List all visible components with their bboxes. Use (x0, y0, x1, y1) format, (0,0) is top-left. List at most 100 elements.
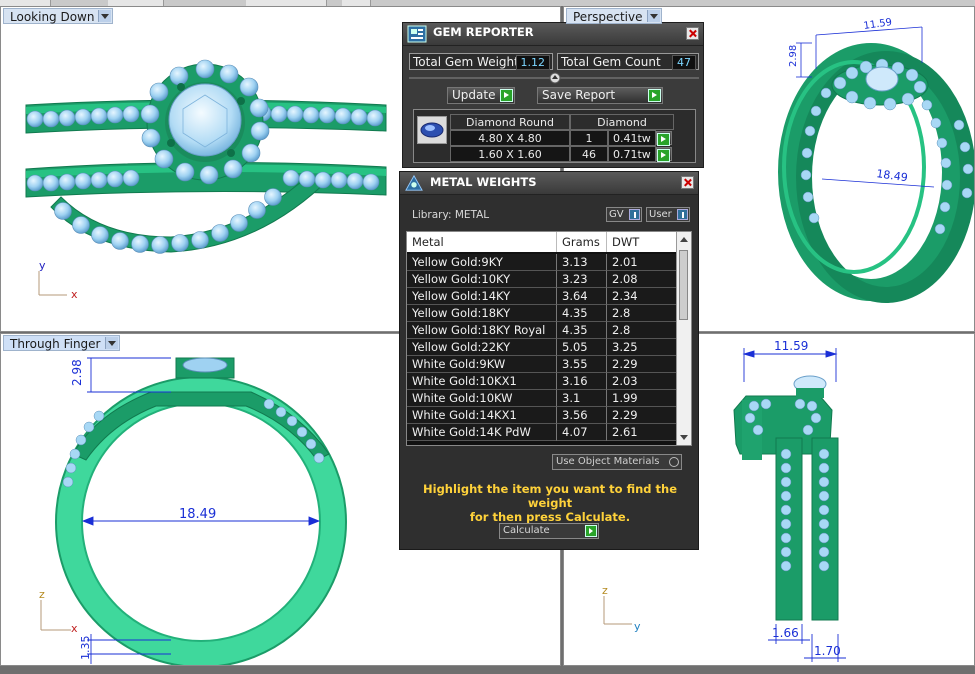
user-checkbox[interactable]: User (646, 207, 690, 222)
table-row[interactable]: Yellow Gold:22KY 5.05 3.25 (407, 339, 677, 356)
scale-icon (405, 174, 423, 191)
gem-row-count[interactable]: 46 (570, 146, 608, 162)
gem-row-weight[interactable]: 0.71tw (608, 146, 656, 162)
dim-width-top: 11.59 (774, 339, 808, 353)
play-icon (500, 89, 513, 102)
table-row[interactable]: White Gold:9KW 3.55 2.29 (407, 356, 677, 373)
viewport-title[interactable]: Through Finger (3, 335, 120, 351)
metal-table: Metal Grams DWT Yellow Gold:9KY 3.13 2.01 … (406, 231, 692, 446)
dwt-cell: 2.61 (607, 424, 677, 441)
axis-z-label: z (39, 588, 45, 601)
metal-cell: Yellow Gold:18KY Royal (407, 322, 557, 339)
col-dwt[interactable]: DWT (607, 232, 677, 252)
metal-table-header: Metal Grams DWT (407, 232, 677, 252)
calculate-button-label: Calculate (503, 525, 550, 536)
dwt-cell: 1.99 (607, 390, 677, 407)
chevron-down-icon[interactable] (104, 337, 118, 349)
scroll-up-icon[interactable] (680, 237, 688, 242)
use-object-materials-toggle[interactable]: Use Object Materials (552, 454, 682, 470)
metal-weights-title: METAL WEIGHTS (430, 175, 537, 189)
metal-cell: Yellow Gold:18KY (407, 305, 557, 322)
table-row[interactable]: Yellow Gold:14KY 3.64 2.34 (407, 288, 677, 305)
gem-reporter-title: GEM REPORTER (433, 25, 534, 39)
metal-cell: Yellow Gold:22KY (407, 339, 557, 356)
update-button[interactable]: Update (447, 87, 515, 104)
gem-row-size[interactable]: 1.60 X 1.60 (450, 146, 570, 162)
gem-row-weight[interactable]: 0.41tw (608, 130, 656, 146)
axis-x-label: x (71, 622, 78, 635)
axis-z-label: z (602, 584, 608, 597)
table-row[interactable]: Yellow Gold:18KY Royal 4.35 2.8 (407, 322, 677, 339)
grams-cell: 4.35 (557, 305, 607, 322)
table-row[interactable]: White Gold:14KX1 3.56 2.29 (407, 407, 677, 424)
dwt-cell: 2.29 (607, 356, 677, 373)
metal-cell: White Gold:10KX1 (407, 373, 557, 390)
dim-inner-diameter: 18.49 (179, 507, 216, 522)
table-row[interactable]: White Gold:14K PdW 4.07 2.61 (407, 424, 677, 441)
gem-reporter-titlebar[interactable]: GEM REPORTER (403, 23, 703, 46)
viewport-title[interactable]: Perspective (566, 8, 662, 24)
gem-row-go-button[interactable] (656, 131, 672, 146)
gv-checkbox[interactable]: GV (606, 207, 642, 222)
grams-cell: 5.05 (557, 339, 607, 356)
dim-band-right: 1.70 (814, 644, 841, 658)
gem-row-size[interactable]: 4.80 X 4.80 (450, 130, 570, 146)
metal-weights-titlebar[interactable]: METAL WEIGHTS (400, 172, 698, 195)
checkbox-icon (677, 209, 688, 220)
play-icon (657, 149, 670, 162)
calculate-hint: Highlight the item you want to find the … (410, 482, 690, 524)
update-button-label: Update (452, 88, 496, 102)
viewport-title[interactable]: Looking Down (3, 8, 114, 24)
chevron-down-icon[interactable] (98, 10, 112, 22)
grams-cell: 4.07 (557, 424, 607, 441)
gem-reporter-panel: GEM REPORTER Total Gem Weight 1.12 Total… (402, 22, 704, 168)
gem-table: Diamond Round Diamond 4.80 X 4.80 1 0.41… (413, 109, 696, 163)
grams-cell: 3.55 (557, 356, 607, 373)
close-icon[interactable] (686, 27, 699, 40)
checkbox-icon (629, 209, 640, 220)
calculate-button[interactable]: Calculate (499, 523, 599, 539)
scrollbar-thumb[interactable] (679, 250, 688, 320)
dwt-cell: 2.8 (607, 322, 677, 339)
close-icon[interactable] (681, 176, 694, 189)
play-icon (585, 525, 597, 537)
dwt-cell: 2.34 (607, 288, 677, 305)
table-row[interactable]: White Gold:10KX1 3.16 2.03 (407, 373, 677, 390)
table-row[interactable]: White Gold:10KW 3.1 1.99 (407, 390, 677, 407)
play-icon (657, 133, 670, 146)
use-object-materials-label: Use Object Materials (556, 456, 660, 467)
axis-x-label: x (71, 288, 78, 301)
metal-weights-panel: METAL WEIGHTS Library: METAL GV User Met… (399, 171, 699, 550)
dwt-cell: 2.03 (607, 373, 677, 390)
gem-row-count[interactable]: 1 (570, 130, 608, 146)
dwt-cell: 2.08 (607, 271, 677, 288)
scroll-down-icon[interactable] (680, 435, 688, 440)
save-report-button[interactable]: Save Report (537, 87, 663, 104)
col-metal[interactable]: Metal (407, 232, 557, 252)
report-icon (407, 25, 427, 43)
panel-splitter[interactable] (409, 72, 699, 84)
grams-cell: 3.1 (557, 390, 607, 407)
axis-y-label: y (39, 259, 46, 272)
metal-cell: White Gold:14KX1 (407, 407, 557, 424)
table-row[interactable]: Yellow Gold:18KY 4.35 2.8 (407, 305, 677, 322)
axis-y-label: y (634, 620, 641, 633)
gv-label: GV (609, 209, 624, 220)
library-label: Library: METAL (412, 209, 490, 221)
grams-cell: 3.16 (557, 373, 607, 390)
total-gem-count-value: 47 (672, 55, 696, 70)
table-row[interactable]: Yellow Gold:9KY 3.13 2.01 (407, 254, 677, 271)
metal-cell: White Gold:14K PdW (407, 424, 557, 441)
table-scrollbar[interactable] (676, 232, 691, 445)
gem-icon (417, 116, 447, 144)
table-row[interactable]: Yellow Gold:10KY 3.23 2.08 (407, 271, 677, 288)
save-report-button-label: Save Report (542, 88, 616, 102)
grams-cell: 3.56 (557, 407, 607, 424)
play-icon (648, 89, 661, 102)
gem-row-go-button[interactable] (656, 147, 672, 162)
dim-band-left: 1.66 (772, 626, 799, 640)
dwt-cell: 2.8 (607, 305, 677, 322)
radio-icon (669, 457, 679, 467)
col-grams[interactable]: Grams (557, 232, 607, 252)
chevron-down-icon[interactable] (646, 10, 660, 22)
